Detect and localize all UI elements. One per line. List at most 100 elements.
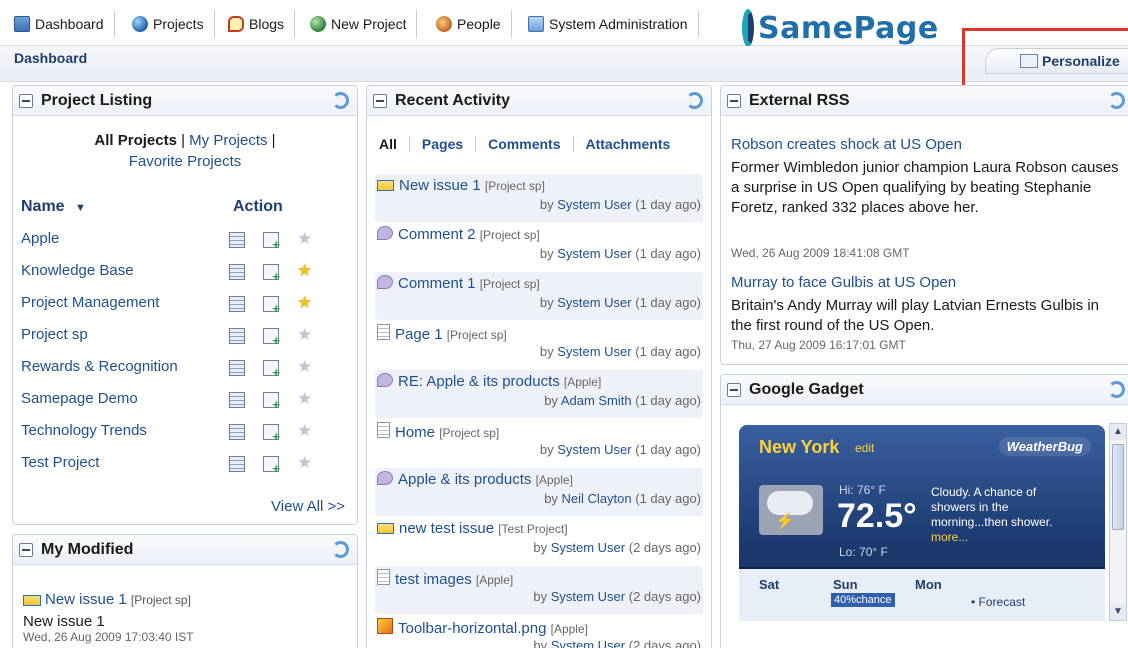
favorite-star-icon[interactable]: ★	[297, 422, 313, 439]
add-page-icon[interactable]	[263, 232, 280, 252]
forecast-link[interactable]: • Forecast	[971, 595, 1025, 609]
project-name-link[interactable]: Apple	[21, 230, 59, 247]
activity-user-link[interactable]: System User	[557, 344, 631, 359]
activity-user-link[interactable]: System User	[557, 246, 631, 261]
collapse-icon[interactable]	[373, 93, 387, 108]
activity-filter-comments[interactable]: Comments	[476, 136, 574, 152]
activity-item-title[interactable]: Home	[395, 424, 435, 441]
activity-user-link[interactable]: System User	[557, 442, 631, 457]
column-header-name[interactable]: Name ▼	[21, 198, 86, 216]
project-details-icon[interactable]	[229, 360, 245, 376]
activity-item-title[interactable]: Comment 2	[398, 226, 476, 243]
favorite-star-icon[interactable]: ★	[297, 358, 313, 375]
refresh-icon[interactable]	[1108, 92, 1125, 109]
favorite-star-icon[interactable]: ★	[297, 454, 313, 471]
rss-item-title[interactable]: Robson creates shock at US Open	[731, 136, 962, 153]
project-name-link[interactable]: Test Project	[21, 454, 99, 471]
activity-item-title[interactable]: RE: Apple & its products	[398, 373, 560, 390]
activity-item-title[interactable]: test images	[395, 571, 472, 588]
add-page-icon[interactable]	[263, 328, 280, 348]
activity-item-title[interactable]: new test issue	[399, 520, 494, 537]
collapse-icon[interactable]	[727, 382, 741, 397]
weatherbug-logo[interactable]: WeatherBug	[998, 437, 1091, 456]
activity-filter-pages[interactable]: Pages	[410, 136, 477, 152]
add-page-icon[interactable]	[263, 392, 280, 412]
nav-tab-people[interactable]: People	[428, 10, 512, 38]
rss-item-description: Britain's Andy Murray will play Latvian …	[731, 297, 1100, 334]
favorite-star-icon[interactable]: ★	[297, 262, 313, 279]
filter-all-projects[interactable]: All Projects	[94, 132, 177, 149]
nav-tab-blogs[interactable]: Blogs	[220, 10, 296, 38]
favorite-star-icon[interactable]: ★	[297, 390, 313, 407]
project-details-icon[interactable]	[229, 296, 245, 312]
scroll-down-icon[interactable]: ▼	[1110, 604, 1126, 620]
add-page-icon[interactable]	[263, 264, 280, 284]
project-details-icon[interactable]	[229, 424, 245, 440]
weather-edit-link[interactable]: edit	[855, 441, 874, 455]
activity-filter-all[interactable]: All	[379, 136, 410, 152]
project-name-link[interactable]: Rewards & Recognition	[21, 358, 178, 375]
refresh-icon[interactable]	[332, 92, 349, 109]
collapse-icon[interactable]	[19, 542, 33, 557]
favorite-star-icon[interactable]: ★	[297, 230, 313, 247]
favorite-star-icon[interactable]: ★	[297, 326, 313, 343]
project-details-icon[interactable]	[229, 456, 245, 472]
activity-item-title[interactable]: Page 1	[395, 326, 443, 343]
rss-item-description: Former Wimbledon junior champion Laura R…	[731, 159, 1119, 216]
nav-tab-new-project[interactable]: New Project	[302, 10, 418, 38]
samepage-logo[interactable]: SamePage	[742, 6, 938, 50]
activity-user-link[interactable]: System User	[557, 295, 631, 310]
activity-user-link[interactable]: System User	[551, 540, 625, 555]
activity-user-link[interactable]: Neil Clayton	[562, 491, 632, 506]
project-name-link[interactable]: Samepage Demo	[21, 390, 138, 407]
activity-user-link[interactable]: System User	[557, 197, 631, 212]
refresh-icon[interactable]	[1108, 381, 1125, 398]
activity-time: (2 days ago)	[625, 638, 701, 648]
byline-prefix: by	[533, 589, 551, 604]
modified-item-link[interactable]: New issue 1 [Project sp]	[23, 591, 194, 608]
activity-user-link[interactable]: System User	[551, 589, 625, 604]
activity-item-title[interactable]: New issue 1	[399, 177, 481, 194]
nav-tab-projects[interactable]: Projects	[124, 10, 215, 38]
favorite-star-icon[interactable]: ★	[297, 294, 313, 311]
add-page-icon[interactable]	[263, 424, 280, 444]
byline-prefix: by	[533, 638, 551, 648]
filter-favorite-projects[interactable]: Favorite Projects	[129, 153, 242, 170]
weather-more-link[interactable]: more...	[931, 530, 968, 544]
add-page-icon[interactable]	[263, 456, 280, 476]
refresh-icon[interactable]	[332, 541, 349, 558]
collapse-icon[interactable]	[727, 93, 741, 108]
collapse-icon[interactable]	[19, 93, 33, 108]
refresh-icon[interactable]	[686, 92, 703, 109]
activity-filter-attachments[interactable]: Attachments	[574, 136, 683, 152]
activity-item-title[interactable]: Toolbar-horizontal.png	[398, 620, 546, 637]
nav-tab-dashboard[interactable]: Dashboard	[6, 10, 115, 38]
project-name-link[interactable]: Project Management	[21, 294, 159, 311]
my-modified-panel: My Modified New issue 1 [Project sp] New…	[12, 534, 358, 648]
project-details-icon[interactable]	[229, 264, 245, 280]
activity-item-title[interactable]: Apple & its products	[398, 471, 531, 488]
forecast-day: Sun	[833, 577, 858, 592]
activity-item-byline: by Neil Clayton (1 day ago)	[544, 491, 701, 506]
gadget-scrollbar[interactable]: ▲ ▼	[1109, 423, 1127, 621]
panel-header: Google Gadget	[721, 375, 1128, 405]
project-name-link[interactable]: Project sp	[21, 326, 88, 343]
nav-tab-label: System Administration	[549, 16, 688, 32]
project-details-icon[interactable]	[229, 328, 245, 344]
project-details-icon[interactable]	[229, 392, 245, 408]
project-name-link[interactable]: Knowledge Base	[21, 262, 134, 279]
activity-user-link[interactable]: Adam Smith	[561, 393, 632, 408]
activity-item-title[interactable]: Comment 1	[398, 275, 476, 292]
view-all-link[interactable]: View All >>	[271, 498, 345, 515]
filter-my-projects[interactable]: My Projects	[189, 132, 267, 149]
scroll-thumb[interactable]	[1112, 444, 1124, 530]
add-page-icon[interactable]	[263, 360, 280, 380]
nav-tab-system-administration[interactable]: System Administration	[520, 10, 699, 38]
add-page-icon[interactable]	[263, 296, 280, 316]
rss-item-title[interactable]: Murray to face Gulbis at US Open	[731, 274, 956, 291]
project-name-link[interactable]: Technology Trends	[21, 422, 147, 439]
scroll-up-icon[interactable]: ▲	[1110, 424, 1126, 440]
personalize-button[interactable]: Personalize	[985, 48, 1128, 74]
activity-user-link[interactable]: System User	[551, 638, 625, 648]
project-details-icon[interactable]	[229, 232, 245, 248]
